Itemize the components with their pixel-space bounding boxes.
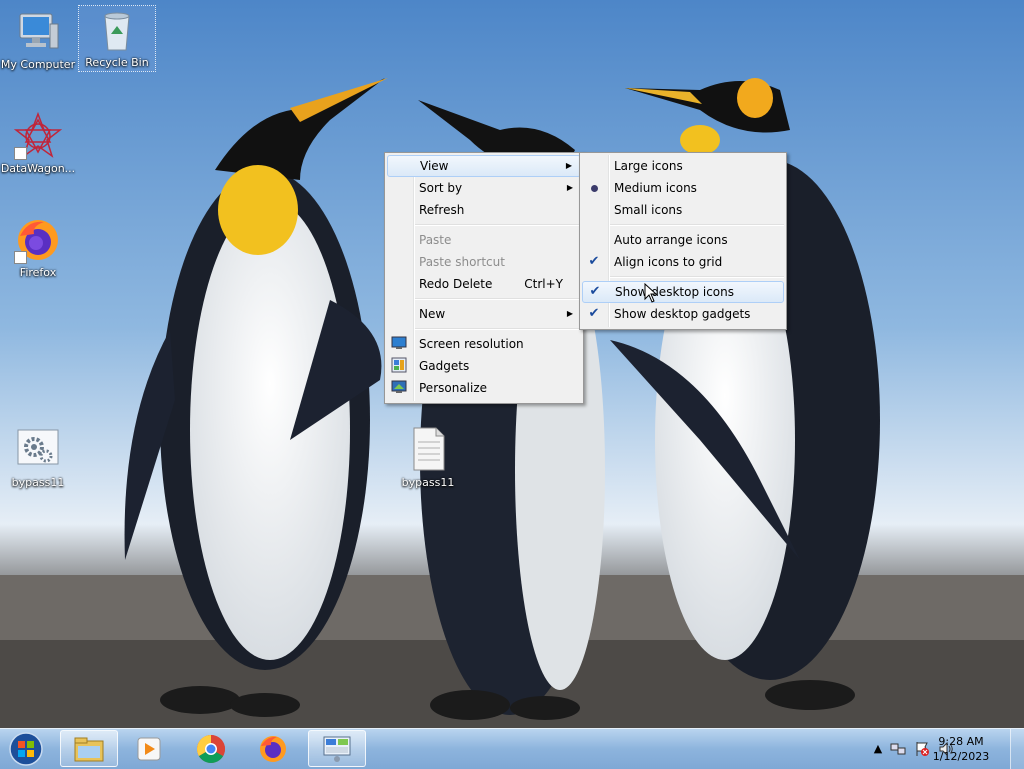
desktop-icon-label: Recycle Bin	[85, 56, 149, 69]
menu-item-label: Redo Delete	[419, 277, 493, 291]
menu-item-label: Paste shortcut	[419, 255, 505, 269]
menu-item-large-icons[interactable]: Large icons	[582, 155, 784, 177]
system-tray: ▲ 9:28 AM 1/12/2023	[824, 729, 1024, 769]
menu-item-new[interactable]: New ▶	[387, 303, 581, 325]
menu-item-paste[interactable]: Paste	[387, 229, 581, 251]
menu-item-medium-icons[interactable]: Medium icons	[582, 177, 784, 199]
menu-item-label: Sort by	[419, 181, 463, 195]
taskbar: ▲ 9:28 AM 1/12/2023	[0, 728, 1024, 769]
recycle-bin-icon	[93, 6, 141, 54]
desktop-icon-label: bypass11	[401, 476, 455, 489]
text-file-icon	[404, 426, 452, 474]
menu-item-label: New	[419, 307, 446, 321]
firefox-icon	[14, 216, 62, 264]
menu-item-label: Refresh	[419, 203, 465, 217]
menu-item-sort-by[interactable]: Sort by ▶	[387, 177, 581, 199]
taskbar-control-panel[interactable]	[308, 730, 366, 767]
shortcut-arrow-icon	[14, 147, 27, 160]
windows-logo-icon	[9, 732, 43, 766]
radio-dot-icon	[585, 179, 603, 197]
menu-separator	[415, 298, 581, 300]
start-button[interactable]	[6, 731, 46, 767]
settings-file-icon	[14, 426, 62, 474]
menu-item-refresh[interactable]: Refresh	[387, 199, 581, 221]
menu-item-show-desktop-icons[interactable]: ✔ Show desktop icons	[582, 281, 784, 303]
menu-item-label: Auto arrange icons	[614, 233, 728, 247]
clock-time: 9:28 AM	[938, 735, 984, 748]
mouse-cursor-icon	[644, 283, 658, 303]
clock[interactable]: 9:28 AM 1/12/2023	[926, 734, 996, 764]
desktop-icon-my-computer[interactable]: My Computer	[0, 8, 76, 71]
computer-icon	[14, 8, 62, 56]
menu-item-show-desktop-gadgets[interactable]: ✔ Show desktop gadgets	[582, 303, 784, 325]
menu-item-auto-arrange-icons[interactable]: Auto arrange icons	[582, 229, 784, 251]
desktop-icon-firefox[interactable]: Firefox	[0, 216, 76, 279]
media-player-icon	[137, 737, 161, 760]
menu-item-paste-shortcut[interactable]: Paste shortcut	[387, 251, 581, 273]
desktop-icon-datawagon[interactable]: DataWagon...	[0, 111, 76, 175]
desktop-context-menu: View ▶ Sort by ▶ Refresh Paste Paste sho…	[384, 152, 584, 404]
show-hidden-icons-chevron-icon[interactable]: ▲	[870, 741, 886, 757]
menu-item-label: Align icons to grid	[614, 255, 723, 269]
menu-item-label: Gadgets	[419, 359, 470, 373]
desktop-icon-label: Firefox	[19, 266, 57, 279]
menu-item-shortcut: Ctrl+Y	[524, 277, 563, 291]
taskbar-chrome[interactable]	[182, 730, 240, 767]
datawagon-icon	[13, 111, 63, 160]
menu-separator	[415, 328, 581, 330]
checkmark-icon: ✔	[588, 254, 600, 269]
submenu-arrow-icon: ▶	[566, 183, 573, 192]
menu-item-label: Paste	[419, 233, 452, 247]
submenu-arrow-icon: ▶	[566, 309, 573, 318]
windows-explorer-icon	[74, 737, 104, 761]
network-icon[interactable]	[890, 741, 906, 757]
shortcut-arrow-icon	[14, 251, 27, 264]
screen-resolution-icon	[390, 335, 408, 353]
chrome-icon	[197, 734, 225, 763]
desktop-icon-label: bypass11	[11, 476, 65, 489]
desktop-icon-recycle-bin[interactable]: Recycle Bin	[78, 5, 156, 72]
desktop-icon-label: My Computer	[0, 58, 76, 71]
menu-separator	[610, 276, 784, 278]
show-desktop-button[interactable]	[1010, 729, 1024, 769]
gadgets-icon	[390, 357, 408, 375]
submenu-arrow-icon: ▶	[565, 161, 572, 170]
menu-item-personalize[interactable]: Personalize	[387, 377, 581, 399]
desktop-icon-label: DataWagon...	[0, 162, 76, 175]
menu-item-label: Show desktop gadgets	[614, 307, 751, 321]
menu-item-label: Large icons	[614, 159, 683, 173]
taskbar-firefox[interactable]	[244, 730, 302, 767]
clock-date: 1/12/2023	[932, 750, 990, 763]
checkmark-icon: ✔	[588, 306, 600, 321]
taskbar-windows-explorer[interactable]	[60, 730, 118, 767]
view-submenu: Large icons Medium icons Small icons Aut…	[579, 152, 787, 330]
menu-item-label: View	[420, 159, 449, 173]
menu-item-align-icons-to-grid[interactable]: ✔ Align icons to grid	[582, 251, 784, 273]
checkmark-icon: ✔	[589, 284, 601, 299]
menu-item-label: Show desktop icons	[615, 285, 735, 299]
taskbar-media-player[interactable]	[120, 730, 178, 767]
menu-item-view[interactable]: View ▶	[387, 155, 581, 177]
menu-item-redo-delete[interactable]: Redo Delete Ctrl+Y	[387, 273, 581, 295]
menu-item-label: Screen resolution	[419, 337, 524, 351]
control-panel-icon	[323, 736, 351, 762]
menu-separator	[610, 224, 784, 226]
menu-item-label: Medium icons	[614, 181, 697, 195]
menu-item-label: Personalize	[419, 381, 488, 395]
menu-item-label: Small icons	[614, 203, 683, 217]
personalize-icon	[390, 379, 408, 397]
menu-item-screen-resolution[interactable]: Screen resolution	[387, 333, 581, 355]
desktop-icon-bypass11-settings[interactable]: bypass11	[0, 426, 76, 489]
firefox-icon	[260, 735, 286, 762]
menu-item-small-icons[interactable]: Small icons	[582, 199, 784, 221]
menu-separator	[415, 224, 581, 226]
menu-item-gadgets[interactable]: Gadgets	[387, 355, 581, 377]
desktop-icon-bypass11-text[interactable]: bypass11	[390, 426, 466, 489]
